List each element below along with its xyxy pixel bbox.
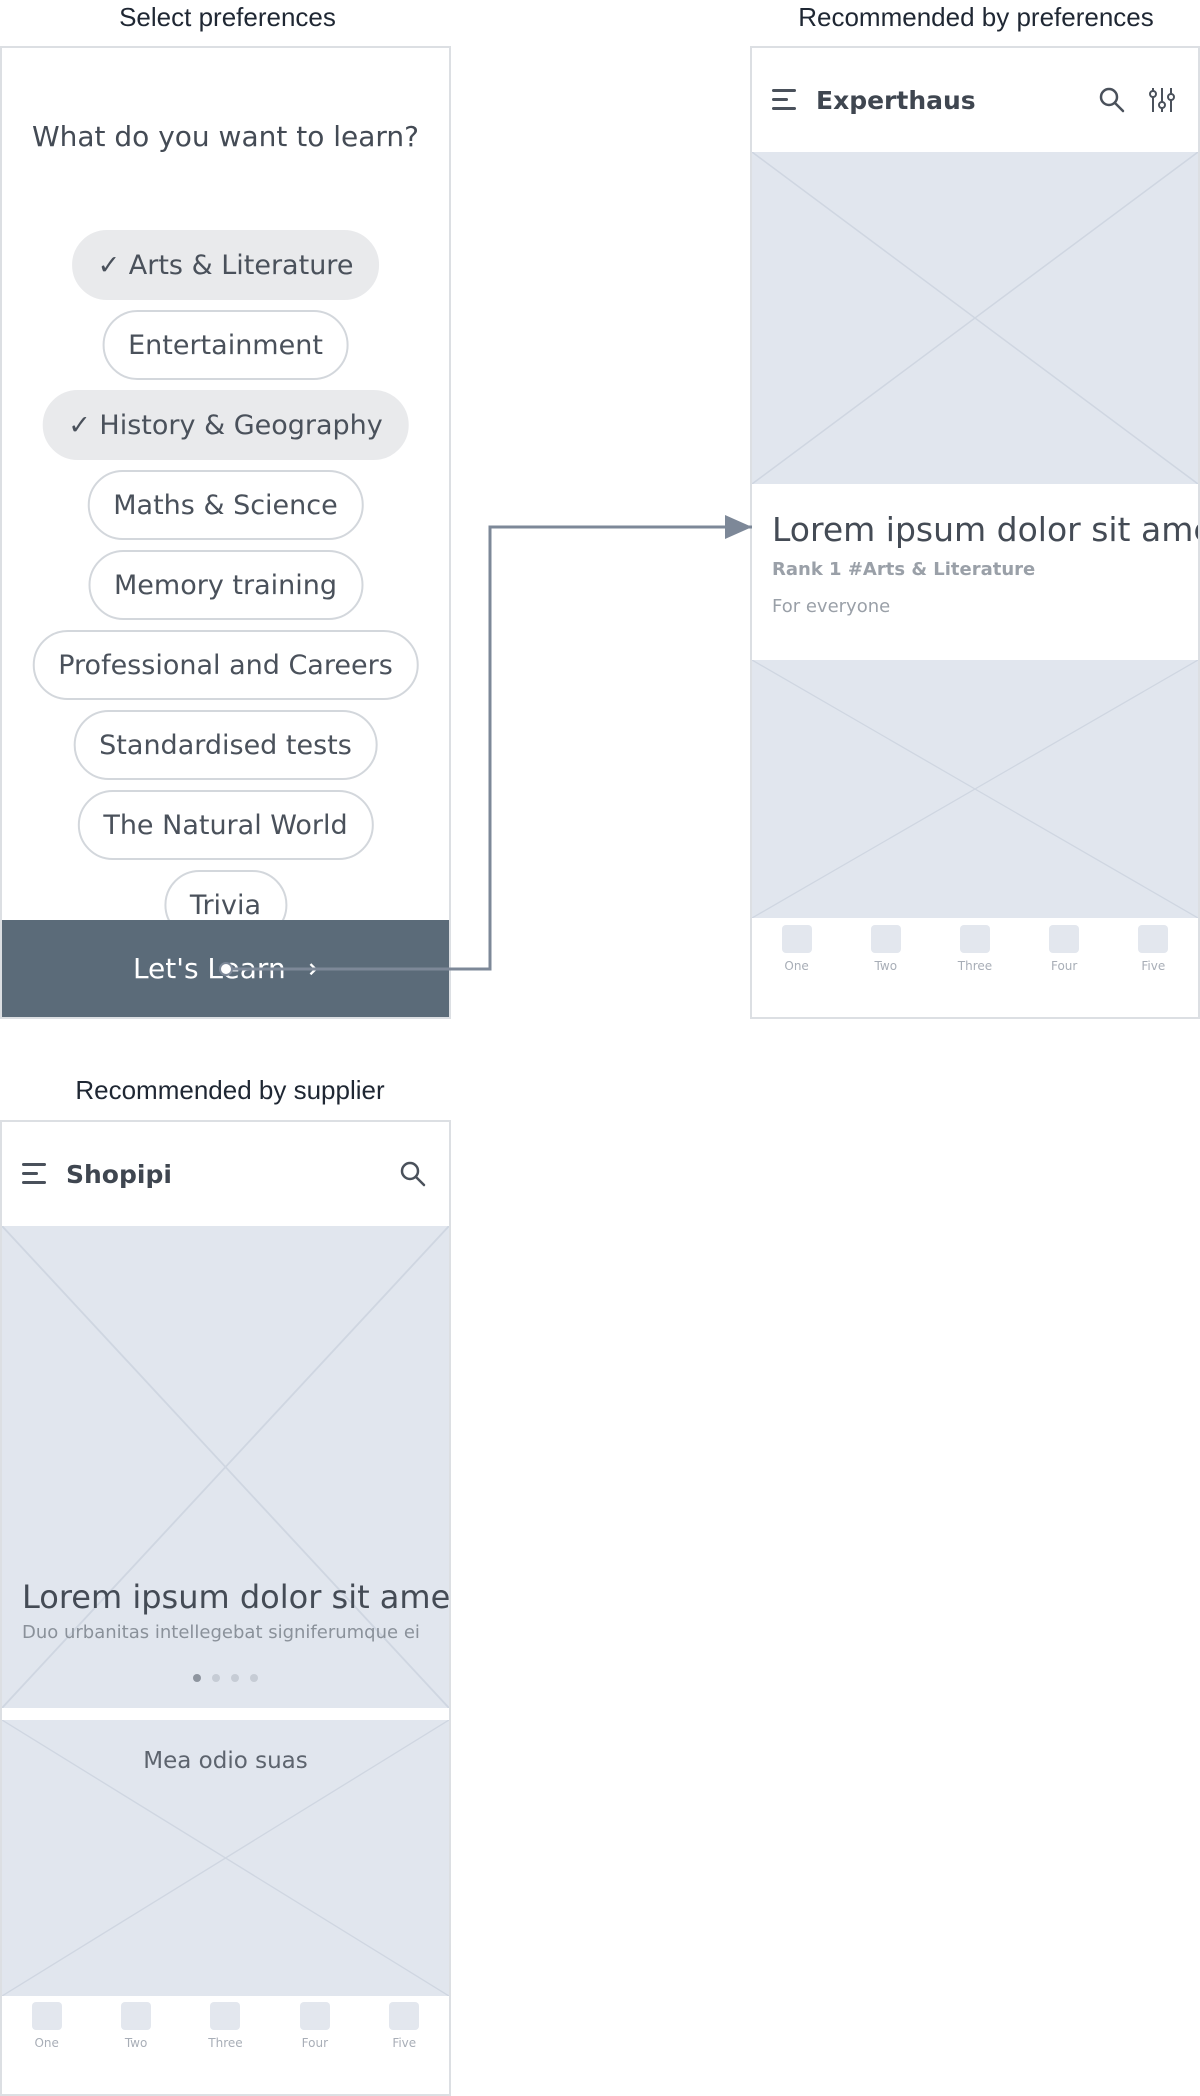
tab-bar: One Two Three Four Five — [2, 1994, 449, 2094]
tab-label: Two — [124, 2036, 148, 2050]
section-placeholder: Mea odio suas — [2, 1720, 449, 1996]
tab-label: Three — [957, 959, 993, 973]
tab-icon — [210, 2002, 241, 2030]
carousel-dot[interactable] — [212, 1674, 220, 1682]
tab-icon — [1049, 925, 1080, 953]
tab-label: One — [784, 959, 809, 973]
card-audience: For everyone — [772, 596, 891, 617]
app-header: Experthaus — [752, 48, 1198, 152]
brand-name: Shopipi — [66, 1159, 172, 1189]
tab-three[interactable]: Three — [940, 925, 1010, 973]
tab-icon — [870, 925, 901, 953]
section-title: Mea odio suas — [143, 1748, 308, 1774]
secondary-image-placeholder — [752, 660, 1198, 918]
hero-subtitle: Duo urbanitas intellegebat signiferumque… — [22, 1622, 420, 1643]
tab-one[interactable]: One — [12, 2002, 82, 2050]
tab-three[interactable]: Three — [190, 2002, 260, 2050]
tab-icon — [121, 2002, 152, 2030]
recommendations-screen: Experthaus Lorem ipsum dolor sit amet Ra… — [750, 46, 1200, 1019]
search-icon[interactable] — [397, 1158, 429, 1190]
search-icon[interactable] — [1096, 84, 1128, 116]
menu-icon[interactable] — [772, 89, 800, 111]
tab-icon — [959, 925, 990, 953]
caption-select-preferences: Select preferences — [119, 2, 336, 32]
option-memory-training[interactable]: Memory training — [88, 550, 363, 620]
card-rank: Rank 1 #Arts & Literature — [772, 559, 1036, 580]
tab-five[interactable]: Five — [1118, 925, 1188, 973]
preferences-screen: What do you want to learn? ✓ Arts & Lite… — [0, 46, 451, 1019]
tab-label: Five — [1141, 959, 1166, 973]
hero-text: Lorem ipsum dolor sit amet Duo urbanitas… — [22, 1578, 449, 1643]
tab-two[interactable]: Two — [851, 925, 921, 973]
tab-label: Four — [301, 2036, 329, 2050]
tab-four[interactable]: Four — [1029, 925, 1099, 973]
option-history-geography[interactable]: ✓ History & Geography — [42, 390, 409, 460]
tab-one[interactable]: One — [762, 925, 832, 973]
caption-recommended-by-preferences: Recommended by preferences — [798, 2, 1154, 32]
carousel-dot[interactable] — [250, 1674, 258, 1682]
lets-learn-button[interactable]: Let's Learn → — [2, 920, 449, 1017]
supplier-screen: Shopipi Lorem ipsum dolor sit amet Duo u… — [0, 1120, 451, 2096]
hero-title: Lorem ipsum dolor sit amet — [22, 1578, 449, 1616]
recommendation-card[interactable]: Lorem ipsum dolor sit amet Rank 1 #Arts … — [772, 510, 1200, 617]
tab-icon — [299, 2002, 330, 2030]
tab-four[interactable]: Four — [280, 2002, 350, 2050]
option-arts-literature[interactable]: ✓ Arts & Literature — [71, 230, 380, 300]
carousel-dot[interactable] — [231, 1674, 239, 1682]
tab-label: Four — [1050, 959, 1078, 973]
menu-icon[interactable] — [22, 1163, 50, 1185]
brand-name: Experthaus — [816, 85, 976, 115]
tab-two[interactable]: Two — [101, 2002, 171, 2050]
tab-label: Three — [208, 2036, 243, 2050]
tab-icon — [781, 925, 812, 953]
option-entertainment[interactable]: Entertainment — [102, 310, 349, 380]
tab-icon — [31, 2002, 62, 2030]
tab-label: Five — [392, 2036, 417, 2050]
lets-learn-label: Let's Learn → — [132, 952, 319, 985]
filter-icon[interactable] — [1146, 84, 1178, 116]
caption-recommended-by-supplier: Recommended by supplier — [75, 1075, 385, 1105]
tab-icon — [389, 2002, 420, 2030]
app-header: Shopipi — [2, 1122, 449, 1226]
option-professional-careers[interactable]: Professional and Careers — [32, 630, 419, 700]
option-natural-world[interactable]: The Natural World — [77, 790, 374, 860]
tab-bar: One Two Three Four Five — [752, 917, 1198, 1017]
hero-image-placeholder — [752, 152, 1198, 484]
carousel-dot[interactable] — [193, 1674, 201, 1682]
hero-carousel[interactable]: Lorem ipsum dolor sit amet Duo urbanitas… — [2, 1226, 449, 1708]
tab-icon — [1138, 925, 1169, 953]
question-heading: What do you want to learn? — [31, 120, 420, 153]
carousel-dots[interactable] — [2, 1674, 449, 1682]
tab-label: Two — [874, 959, 898, 973]
tab-five[interactable]: Five — [369, 2002, 439, 2050]
option-maths-science[interactable]: Maths & Science — [87, 470, 364, 540]
option-standardised-tests[interactable]: Standardised tests — [73, 710, 378, 780]
tab-label: One — [34, 2036, 59, 2050]
card-title: Lorem ipsum dolor sit amet — [772, 510, 1200, 549]
